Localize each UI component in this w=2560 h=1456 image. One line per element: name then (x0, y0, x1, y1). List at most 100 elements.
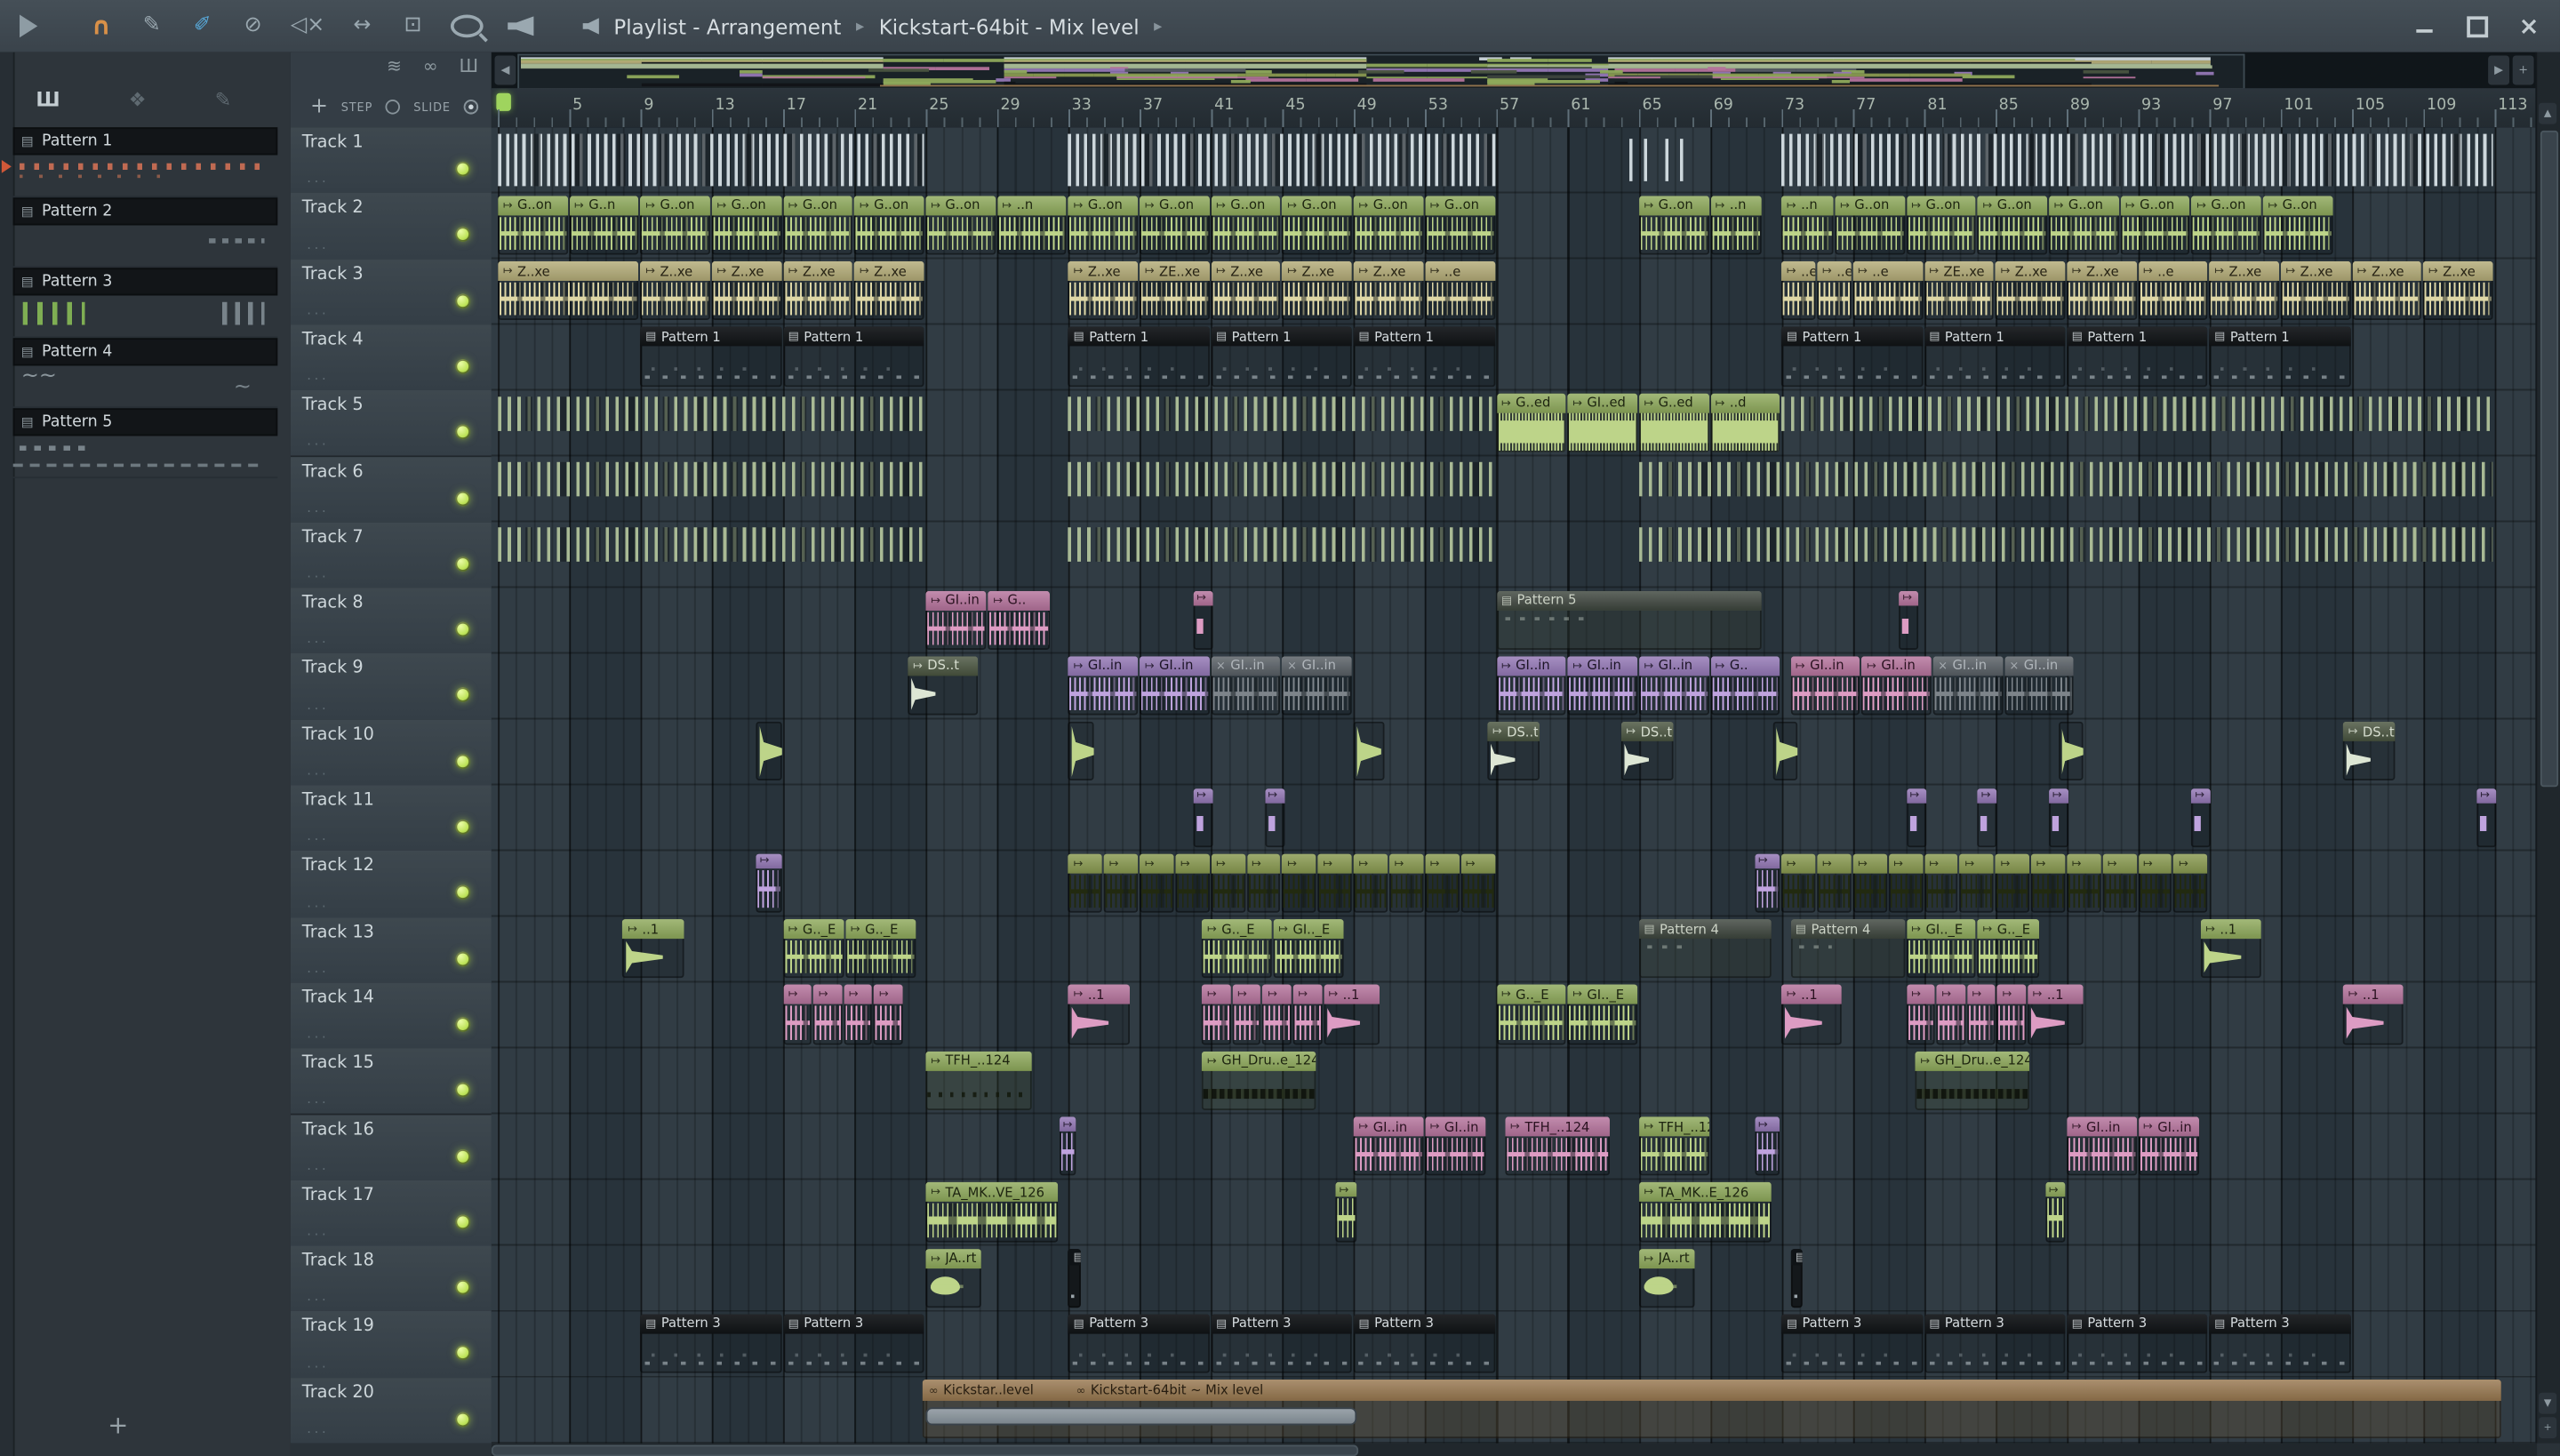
audio-clip[interactable]: ↦ Z..xe (1282, 261, 1353, 321)
snap-icon[interactable]: ≋ (387, 55, 402, 76)
scroll-left-button[interactable]: ◀ (494, 55, 516, 85)
audio-clip[interactable]: ↦ DS..t (908, 656, 978, 716)
audio-clip[interactable]: ↦ G..ed (1638, 393, 1709, 452)
track-options-dots[interactable]: ··· (307, 241, 329, 256)
audio-clip[interactable]: ↦ GI..in (1140, 656, 1210, 716)
overview-scrollbar[interactable]: ◀ ▶ + (491, 52, 2538, 91)
track-options-dots[interactable]: ··· (307, 1293, 329, 1308)
audio-clip[interactable]: ↦ (1959, 853, 1995, 913)
stretch-icon[interactable]: ↔ (349, 12, 375, 41)
track-mute-led[interactable] (455, 556, 470, 572)
audio-clip[interactable]: ↦ Z..xe (1995, 261, 2066, 321)
pattern-picker-icon[interactable]: Ш (36, 88, 60, 111)
pattern-list-item[interactable]: ▤ Pattern 4 (12, 338, 278, 409)
audio-clip[interactable]: ↦ ..n (1781, 196, 1834, 255)
audio-clip[interactable]: ↦ G..on (1353, 196, 1424, 255)
audio-clip[interactable]: ↦ (1888, 853, 1923, 913)
audio-clip[interactable]: ↦ GI..in (1861, 656, 1932, 716)
audio-clip[interactable]: × GI..in (1211, 656, 1281, 716)
audio-clip[interactable]: ↦ (1936, 985, 1966, 1044)
pattern-clip[interactable]: ▤ Pattern 1 (640, 327, 782, 387)
audio-clip[interactable]: ↦ (1966, 985, 1996, 1044)
audio-clip[interactable]: ↦ G..on (1211, 196, 1281, 255)
audio-clip[interactable]: ↦ ..e (1425, 261, 1495, 321)
audio-clip[interactable]: ↦ G..on (1140, 196, 1210, 255)
track-header[interactable]: Track 4 ··· (290, 324, 492, 393)
track-options-dots[interactable]: ··· (307, 570, 329, 585)
audio-clip[interactable]: × GI..in (1282, 656, 1353, 716)
audio-clip[interactable]: ↦ GI.._E (1273, 919, 1344, 979)
track-options-dots[interactable]: ··· (307, 175, 329, 190)
audio-clip[interactable]: ↦ JA..rt (925, 1248, 981, 1308)
audio-clip[interactable]: ↦ ..1 (1781, 985, 1843, 1044)
audio-clip[interactable]: ↦ G..on (498, 196, 568, 255)
audio-clip[interactable]: ↦ G..on (1638, 196, 1709, 255)
track-header[interactable]: Track 16 ··· (290, 1114, 492, 1182)
track-header[interactable]: Track 14 ··· (290, 982, 492, 1051)
audio-clip[interactable]: ↦ G..on (2262, 196, 2333, 255)
audio-clip[interactable]: ↦ ..1 (2343, 985, 2404, 1044)
pattern-clip[interactable]: ▤ Pattern 1 (1211, 327, 1353, 387)
audio-clip[interactable]: ↦ (2102, 853, 2137, 913)
audio-clip[interactable]: ↦ (2138, 853, 2172, 913)
pattern-clip[interactable]: ▤ Pattern 1 (1924, 327, 2066, 387)
audio-clip[interactable]: ↦ (1211, 853, 1245, 913)
track-mute-led[interactable] (455, 1083, 470, 1098)
audio-clip[interactable] (1068, 130, 1495, 189)
audio-clip[interactable]: ↦ GI.._E (1906, 919, 1977, 979)
track-header[interactable]: Track 8 ··· (290, 588, 492, 656)
audio-clip[interactable] (1781, 130, 2493, 189)
audio-clip[interactable]: ↦ G..on (640, 196, 711, 255)
audio-clip[interactable]: ↦ Z..xe (2423, 261, 2493, 321)
add-pattern-button[interactable]: + (108, 1411, 128, 1440)
audio-clip[interactable] (1068, 393, 1495, 452)
track-header[interactable]: Track 20 ··· (290, 1377, 492, 1444)
draw-icon[interactable]: ✎ (139, 12, 164, 41)
track-header[interactable]: Track 1 ··· (290, 127, 492, 196)
track-mute-led[interactable] (455, 424, 470, 440)
audio-clip[interactable]: ↦ G..on (854, 196, 924, 255)
audio-clip[interactable]: ↦ ..n (1710, 196, 1763, 255)
track-mute-led[interactable] (455, 621, 470, 637)
track-header[interactable]: Track 5 ··· (290, 390, 492, 459)
track-options-dots[interactable]: ··· (307, 899, 329, 914)
track-header[interactable]: Track 19 ··· (290, 1311, 492, 1380)
audio-clip[interactable]: ↦ ..n (996, 196, 1068, 255)
audio-clip[interactable]: ↦ (1906, 788, 1926, 847)
audio-clip[interactable]: ↦ (1202, 985, 1231, 1044)
audio-clip[interactable]: ↦ G..on (1835, 196, 1905, 255)
play-icon[interactable] (20, 14, 64, 38)
audio-clip[interactable]: ↦ GI..in (1790, 656, 1860, 716)
audio-clip[interactable]: ↦ (1264, 788, 1284, 847)
track-header[interactable]: Track 11 ··· (290, 785, 492, 853)
audio-clip[interactable]: ↦ Z..xe (1353, 261, 1424, 321)
audio-clip[interactable]: ↦ (1193, 590, 1213, 650)
audio-clip[interactable]: ↦ G.. (988, 590, 1050, 650)
pattern-clip[interactable]: ▤ (1790, 1248, 1804, 1308)
audio-clip[interactable]: ↦ (1781, 853, 1816, 913)
slip-icon[interactable]: ⊘ (240, 12, 266, 41)
track-header[interactable]: Track 10 ··· (290, 719, 492, 788)
pattern-clip[interactable]: ▤ Pattern 3 (1353, 1314, 1495, 1374)
horizontal-scrollbar[interactable] (491, 1443, 2538, 1456)
mute-icon[interactable]: ◁× (291, 12, 324, 41)
audio-clip[interactable]: ↦ G..on (2120, 196, 2190, 255)
audio-clip[interactable]: ↦ DS..t (1487, 722, 1540, 781)
audio-clip[interactable] (1665, 130, 1692, 189)
audio-clip[interactable]: ↦ (1282, 853, 1316, 913)
track-header[interactable]: Track 17 ··· (290, 1180, 492, 1248)
audio-clip[interactable]: ↦ Z..xe (640, 261, 711, 321)
step-toggle[interactable] (385, 100, 401, 115)
track-mute-led[interactable] (455, 1148, 470, 1164)
headphones-icon[interactable]: ∩ (88, 12, 114, 41)
audio-clip[interactable]: ↦ (2191, 788, 2212, 847)
audio-clip[interactable]: ↦ ..1 (2028, 985, 2084, 1044)
pattern-list-item[interactable]: ▤ Pattern 2 (12, 197, 278, 268)
audio-clip[interactable]: ↦ (756, 853, 782, 913)
audio-clip[interactable]: ↦ TA_MK..E_126 (1638, 1182, 1772, 1242)
audio-clip[interactable]: ↦ G..on (2191, 196, 2261, 255)
track-options-dots[interactable]: ··· (307, 1096, 329, 1111)
audio-clip[interactable]: ↦ Z..xe (2352, 261, 2422, 321)
slide-toggle[interactable] (463, 100, 479, 115)
track-mute-led[interactable] (455, 358, 470, 374)
